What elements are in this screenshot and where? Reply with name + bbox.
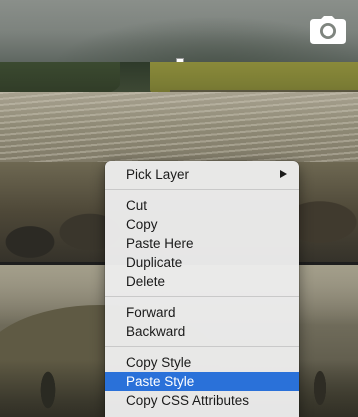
menu-item-label: Delete bbox=[126, 274, 166, 289]
menu-item-label: Paste Style bbox=[126, 374, 195, 389]
menu-item-cut[interactable]: Cut bbox=[105, 196, 299, 215]
menu-item-backward[interactable]: Backward bbox=[105, 322, 299, 341]
menu-item-duplicate[interactable]: Duplicate bbox=[105, 253, 299, 272]
menu-item-paste-here[interactable]: Paste Here bbox=[105, 234, 299, 253]
menu-item-delete[interactable]: Delete bbox=[105, 272, 299, 291]
menu-item-label: Copy CSS Attributes bbox=[126, 393, 250, 408]
chevron-right-icon bbox=[280, 170, 287, 178]
canvas: Pick Layer Cut Copy Paste Here Duplicate… bbox=[0, 0, 358, 417]
menu-item-pick-layer[interactable]: Pick Layer bbox=[105, 165, 299, 184]
context-menu: Pick Layer Cut Copy Paste Here Duplicate… bbox=[105, 161, 299, 417]
menu-item-label: Pick Layer bbox=[126, 167, 190, 182]
image-layer-top[interactable] bbox=[0, 0, 358, 62]
menu-item-paste-style[interactable]: Paste Style bbox=[105, 372, 299, 391]
menu-item-label: Copy bbox=[126, 217, 158, 232]
camera-icon[interactable] bbox=[310, 16, 346, 44]
menu-separator bbox=[105, 189, 299, 190]
menu-item-copy[interactable]: Copy bbox=[105, 215, 299, 234]
menu-item-label: Backward bbox=[126, 324, 186, 339]
menu-item-copy-style[interactable]: Copy Style bbox=[105, 353, 299, 372]
menu-separator bbox=[105, 346, 299, 347]
menu-item-forward[interactable]: Forward bbox=[105, 303, 299, 322]
menu-item-copy-css-attributes[interactable]: Copy CSS Attributes bbox=[105, 391, 299, 410]
menu-item-label: Forward bbox=[126, 305, 176, 320]
menu-item-label: Copy Style bbox=[126, 355, 192, 370]
menu-item-label: Cut bbox=[126, 198, 148, 213]
menu-item-label: Paste Here bbox=[126, 236, 194, 251]
menu-separator bbox=[105, 296, 299, 297]
menu-item-label: Duplicate bbox=[126, 255, 183, 270]
